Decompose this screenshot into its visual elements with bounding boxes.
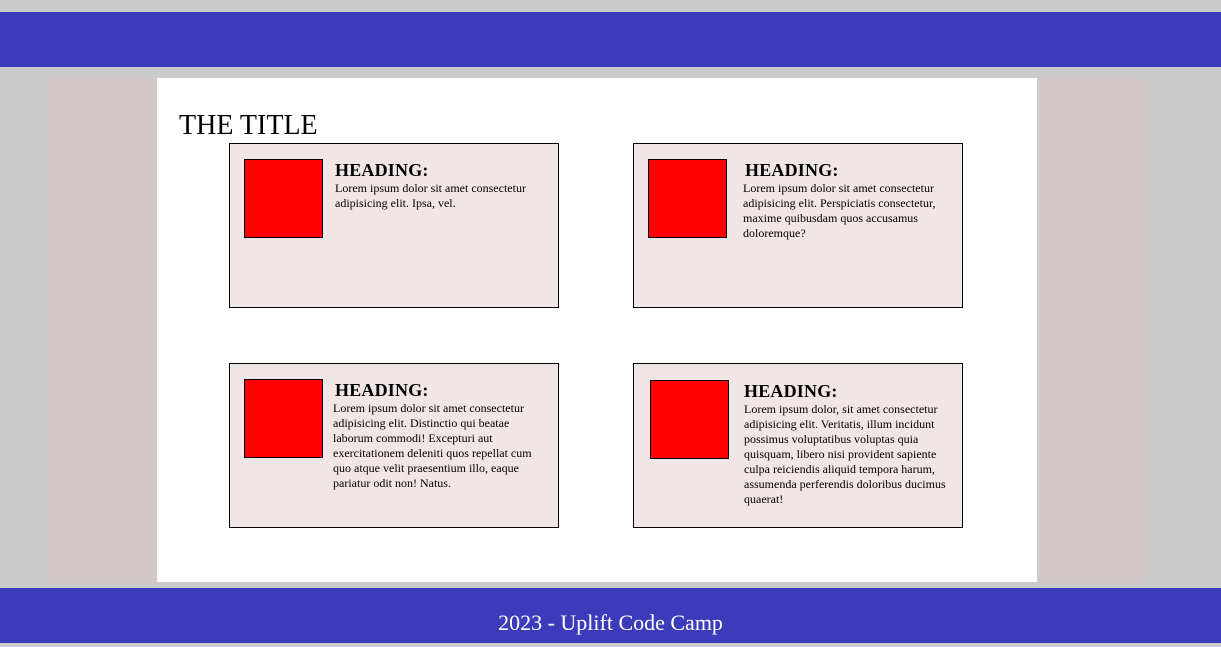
card-text: Lorem ipsum dolor sit amet consectetur a…: [333, 401, 532, 490]
card-text: Lorem ipsum dolor sit amet consectetur a…: [335, 181, 526, 210]
card-thumbnail-image: [244, 379, 323, 458]
page-title: THE TITLE: [179, 110, 318, 141]
main-content: THE TITLE HEADING: Lorem ipsum dolor sit…: [157, 78, 1037, 582]
card: HEADING: Lorem ipsum dolor sit amet cons…: [229, 143, 559, 308]
bottom-strip: [0, 643, 1221, 647]
footer-bar: 2023 - Uplift Code Camp: [0, 588, 1221, 643]
card-heading: HEADING:: [744, 381, 838, 401]
card-heading: HEADING:: [335, 380, 429, 400]
card-text: Lorem ipsum dolor, sit amet consectetur …: [744, 402, 946, 506]
card: HEADING: Lorem ipsum dolor sit amet cons…: [633, 143, 963, 308]
card-heading: HEADING:: [745, 160, 839, 180]
card: HEADING: Lorem ipsum dolor, sit amet con…: [633, 363, 963, 528]
card: HEADING: Lorem ipsum dolor sit amet cons…: [229, 363, 559, 528]
footer-text: 2023 - Uplift Code Camp: [498, 610, 723, 635]
card-thumbnail-image: [648, 159, 727, 238]
card-thumbnail-image: [244, 159, 323, 238]
header-bar: [0, 12, 1221, 67]
card-heading: HEADING:: [335, 160, 429, 180]
card-text: Lorem ipsum dolor sit amet consectetur a…: [743, 181, 936, 240]
card-thumbnail-image: [650, 380, 729, 459]
